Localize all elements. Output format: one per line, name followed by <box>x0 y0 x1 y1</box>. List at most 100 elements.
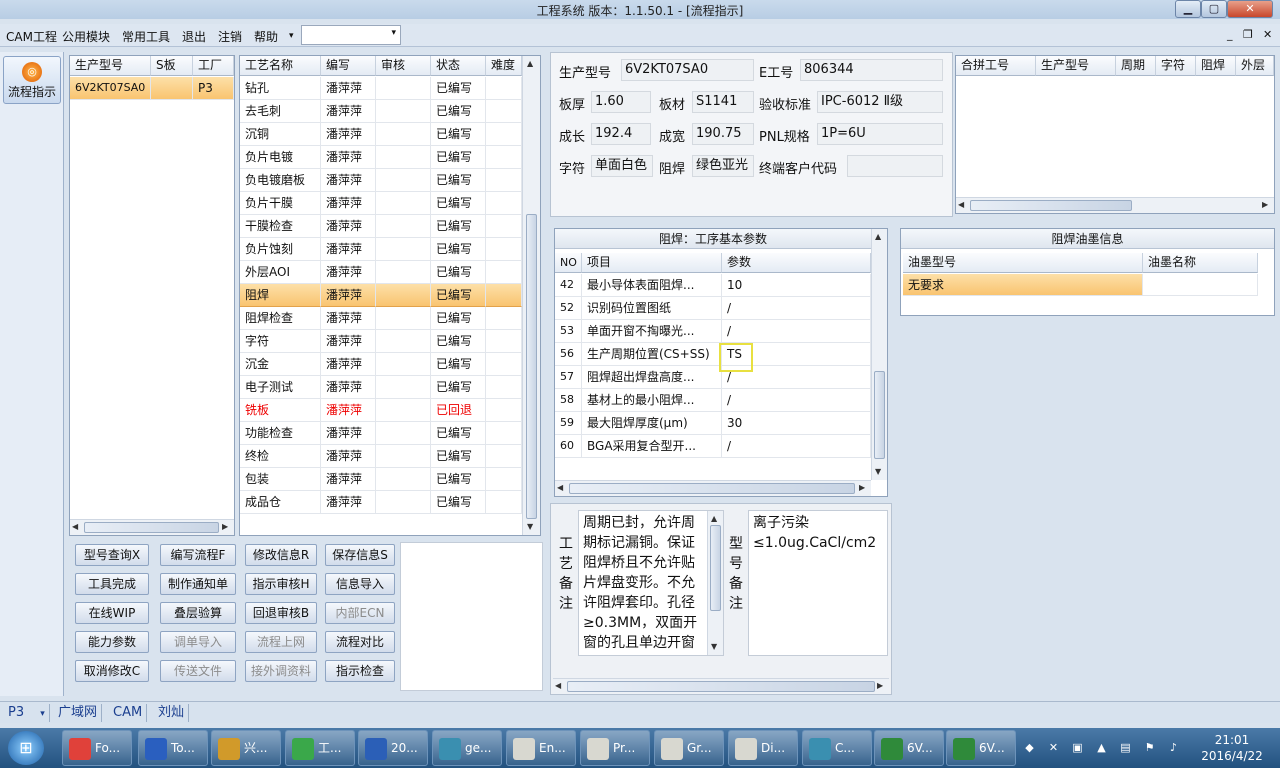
minimize-button[interactable]: ▁ <box>1175 0 1201 18</box>
process-cell-status[interactable]: 已编写 <box>431 330 486 353</box>
param-cell-item[interactable]: 单面开窗不掏曝光... <box>582 320 722 343</box>
process-cell-name[interactable]: 沉金 <box>240 353 321 376</box>
scroll-right-icon[interactable]: ▶ <box>859 483 865 492</box>
taskbar-app[interactable]: 工... <box>285 730 355 766</box>
field-width[interactable]: 190.75 <box>692 123 754 145</box>
field-pnl[interactable]: 1P=6U <box>817 123 943 145</box>
taskbar-app[interactable]: En... <box>506 730 576 766</box>
process-cell-status[interactable]: 已编写 <box>431 215 486 238</box>
taskbar-app[interactable]: Di... <box>728 730 798 766</box>
maximize-button[interactable]: ▢ <box>1201 0 1227 18</box>
action-button-1-3[interactable]: 信息导入 <box>325 573 395 595</box>
action-button-4-1[interactable]: 传送文件 <box>160 660 236 682</box>
taskbar-app[interactable]: 兴... <box>211 730 281 766</box>
process-cell-writer[interactable]: 潘萍萍 <box>321 353 376 376</box>
scroll-left-icon[interactable]: ◀ <box>557 483 563 492</box>
scroll-down-icon[interactable]: ▼ <box>527 522 533 531</box>
merge-header-0[interactable]: 合拼工号 <box>956 56 1036 76</box>
process-cell-status[interactable]: 已编写 <box>431 468 486 491</box>
process-cell-review[interactable] <box>376 215 431 238</box>
process-cell-name[interactable]: 功能检查 <box>240 422 321 445</box>
action-button-0-2[interactable]: 修改信息R <box>245 544 317 566</box>
tray-shield-icon[interactable]: ▣ <box>1070 740 1085 755</box>
process-cell-status[interactable]: 已编写 <box>431 491 486 514</box>
params-vscroll[interactable]: ▲ ▼ <box>871 229 887 480</box>
process-cell-review[interactable] <box>376 422 431 445</box>
taskbar-app[interactable]: C... <box>802 730 872 766</box>
ink-cell-model[interactable]: 无要求 <box>903 274 1143 296</box>
scroll-up-icon[interactable]: ▲ <box>527 59 533 68</box>
scroll-up-icon[interactable]: ▲ <box>711 514 717 523</box>
param-cell-val[interactable]: 10 <box>722 274 871 297</box>
process-cell-name[interactable]: 负电镀磨板 <box>240 169 321 192</box>
param-cell-item[interactable]: 最大阻焊厚度(μm) <box>582 412 722 435</box>
field-thickness[interactable]: 1.60 <box>591 91 651 113</box>
process-cell-name[interactable]: 钻孔 <box>240 77 321 100</box>
process-cell-review[interactable] <box>376 330 431 353</box>
process-cell-status[interactable]: 已编写 <box>431 169 486 192</box>
taskbar-app[interactable]: 20... <box>358 730 428 766</box>
param-cell-item[interactable]: 生产周期位置(CS+SS) <box>582 343 722 366</box>
param-cell-no[interactable]: 57 <box>555 366 582 389</box>
action-button-4-0[interactable]: 取消修改C <box>75 660 149 682</box>
process-cell-writer[interactable]: 潘萍萍 <box>321 491 376 514</box>
ink-cell-name[interactable] <box>1143 274 1258 296</box>
tray-flag-icon[interactable]: ⚑ <box>1142 740 1157 755</box>
param-cell-item[interactable]: 最小导体表面阻焊... <box>582 274 722 297</box>
merge-hscroll[interactable]: ◀ ▶ <box>956 197 1274 213</box>
process-cell-review[interactable] <box>376 491 431 514</box>
scroll-left-icon[interactable]: ◀ <box>72 522 78 531</box>
parts-cell-factory[interactable]: P3 <box>193 77 234 100</box>
ink-header-model[interactable]: 油墨型号 <box>903 253 1143 273</box>
process-cell-review[interactable] <box>376 77 431 100</box>
merge-header-1[interactable]: 生产型号 <box>1036 56 1116 76</box>
param-cell-item[interactable]: BGA采用复合型开... <box>582 435 722 458</box>
scroll-right-icon[interactable]: ▶ <box>222 522 228 531</box>
parts-header-factory[interactable]: 工厂 <box>193 56 234 76</box>
close-button[interactable]: ✕ <box>1227 0 1273 18</box>
action-button-1-2[interactable]: 指示审核H <box>245 573 317 595</box>
process-cell-status[interactable]: 已回退 <box>431 399 486 422</box>
field-char[interactable]: 单面白色 <box>591 155 653 177</box>
process-vscroll-thumb[interactable] <box>526 214 537 519</box>
flow-indicator-button[interactable]: ◎ 流程指示 <box>3 56 61 104</box>
process-cell-writer[interactable]: 潘萍萍 <box>321 376 376 399</box>
process-cell-name[interactable]: 包装 <box>240 468 321 491</box>
clock[interactable]: 21:01 2016/4/22 <box>1192 732 1272 764</box>
scroll-up-icon[interactable]: ▲ <box>875 232 881 241</box>
taskbar-app[interactable]: Gr... <box>654 730 724 766</box>
scroll-left-icon[interactable]: ◀ <box>555 681 561 690</box>
process-cell-name[interactable]: 阻焊 <box>240 284 321 307</box>
process-cell-writer[interactable]: 潘萍萍 <box>321 146 376 169</box>
process-header-review[interactable]: 审核 <box>376 56 431 76</box>
taskbar-app[interactable]: Pr... <box>580 730 650 766</box>
action-button-4-3[interactable]: 指示检查 <box>325 660 395 682</box>
process-cell-status[interactable]: 已编写 <box>431 307 486 330</box>
param-cell-item[interactable]: 阻焊超出焊盘高度... <box>582 366 722 389</box>
notes-hscroll[interactable]: ◀ ▶ <box>553 678 889 694</box>
param-cell-val[interactable]: / <box>722 320 871 343</box>
ink-header-name[interactable]: 油墨名称 <box>1143 253 1258 273</box>
merge-header-2[interactable]: 周期 <box>1116 56 1156 76</box>
action-button-3-2[interactable]: 流程上网 <box>245 631 317 653</box>
tray-monitor-icon[interactable]: ▤ <box>1118 740 1133 755</box>
process-cell-review[interactable] <box>376 238 431 261</box>
process-cell-review[interactable] <box>376 376 431 399</box>
process-cell-writer[interactable]: 潘萍萍 <box>321 123 376 146</box>
process-cell-name[interactable]: 电子测试 <box>240 376 321 399</box>
process-cell-name[interactable]: 字符 <box>240 330 321 353</box>
process-cell-writer[interactable]: 潘萍萍 <box>321 192 376 215</box>
process-cell-name[interactable]: 铣板 <box>240 399 321 422</box>
param-cell-val[interactable]: / <box>722 297 871 320</box>
process-cell-diff[interactable] <box>486 376 522 399</box>
notes-hscroll-thumb[interactable] <box>567 681 875 692</box>
process-cell-writer[interactable]: 潘萍萍 <box>321 422 376 445</box>
menu-exit[interactable]: 退出 <box>182 28 206 45</box>
process-cell-status[interactable]: 已编写 <box>431 445 486 468</box>
process-cell-status[interactable]: 已编写 <box>431 77 486 100</box>
process-cell-review[interactable] <box>376 445 431 468</box>
process-cell-diff[interactable] <box>486 445 522 468</box>
tray-network-icon[interactable]: ◆ <box>1022 740 1037 755</box>
param-cell-no[interactable]: 53 <box>555 320 582 343</box>
scroll-down-icon[interactable]: ▼ <box>875 467 881 476</box>
